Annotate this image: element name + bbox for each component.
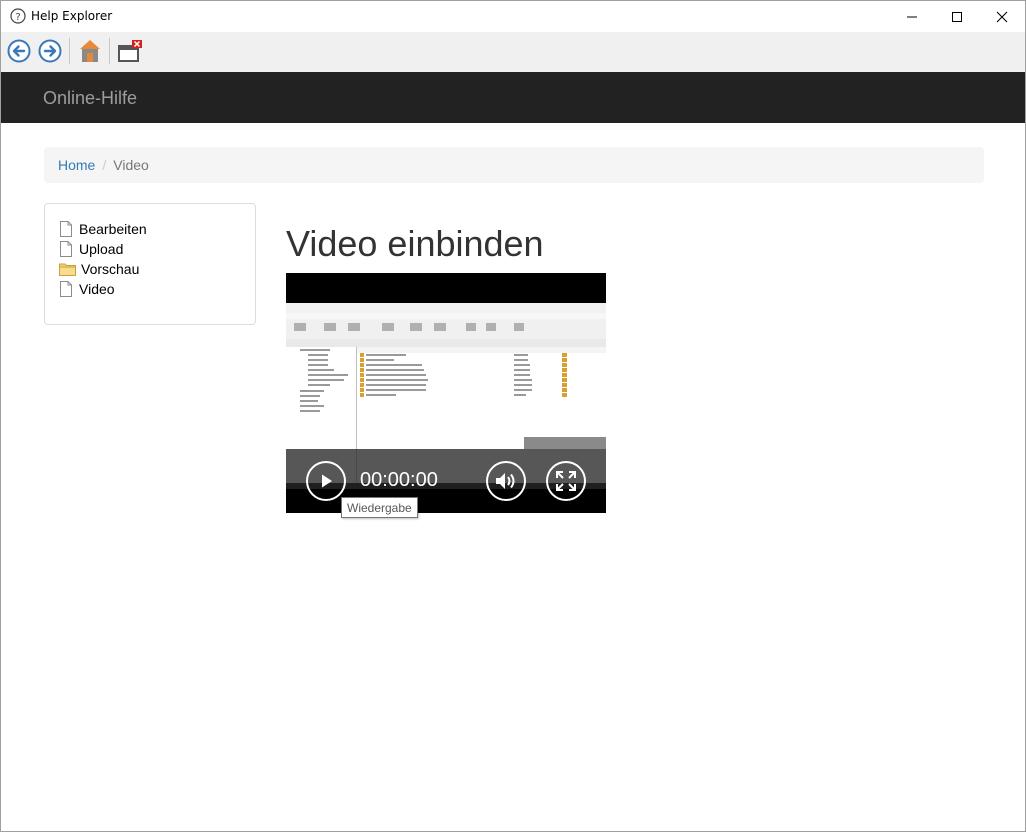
sidebar-item-upload[interactable]: Upload	[59, 239, 241, 259]
sidebar-item-vorschau[interactable]: Vorschau	[59, 259, 241, 279]
sidebar-item-label: Upload	[79, 241, 124, 257]
back-button[interactable]	[5, 37, 33, 65]
fullscreen-button[interactable]	[546, 461, 586, 501]
page-title: Video einbinden	[286, 223, 544, 264]
sidebar-item-label: Bearbeiten	[79, 221, 147, 237]
volume-icon	[496, 473, 515, 489]
sidebar-tree: Bearbeiten Upload Vorschau Video	[44, 203, 256, 325]
close-window-button[interactable]	[116, 37, 144, 65]
video-time: 00:00:00	[360, 469, 438, 491]
help-icon: ?	[10, 8, 26, 24]
close-icon	[996, 11, 1008, 22]
document-icon	[59, 221, 79, 237]
breadcrumb-current: Video	[113, 157, 149, 173]
breadcrumb-separator: /	[102, 157, 107, 173]
minimize-button[interactable]	[889, 1, 935, 32]
video-player[interactable]: 00:00:00	[286, 273, 606, 513]
sidebar-item-label: Video	[79, 281, 115, 297]
sidebar-item-label: Vorschau	[81, 261, 140, 277]
window-title: Help Explorer	[31, 9, 113, 23]
forward-button[interactable]	[36, 37, 64, 65]
document-icon	[59, 281, 79, 297]
back-arrow-icon	[7, 39, 31, 63]
toolbar	[1, 32, 1025, 72]
toolbar-separator	[109, 38, 110, 64]
breadcrumb-home-link[interactable]: Home	[58, 157, 95, 173]
sidebar-item-video[interactable]: Video	[59, 279, 241, 299]
play-tooltip: Wiedergabe	[341, 497, 418, 518]
maximize-button[interactable]	[934, 1, 980, 32]
sidebar-item-bearbeiten[interactable]: Bearbeiten	[59, 219, 241, 239]
navbar-brand[interactable]: Online-Hilfe	[43, 88, 137, 109]
volume-button[interactable]	[486, 461, 526, 501]
close-button[interactable]	[979, 1, 1025, 32]
forward-arrow-icon	[38, 39, 62, 63]
maximize-icon	[952, 11, 962, 22]
toolbar-separator	[69, 38, 70, 64]
title-bar: ? Help Explorer	[1, 1, 1025, 32]
navbar: Online-Hilfe	[1, 72, 1025, 123]
breadcrumb: Home / Video	[44, 147, 984, 183]
close-window-icon	[118, 40, 142, 62]
help-explorer-window: ? Help Explorer Online-Hilfe Home / Vide…	[0, 0, 1026, 832]
folder-icon	[59, 261, 81, 277]
play-button[interactable]	[306, 461, 346, 501]
svg-text:?: ?	[15, 12, 20, 23]
home-icon	[80, 40, 100, 62]
minimize-icon	[907, 16, 917, 17]
fullscreen-icon	[556, 471, 576, 491]
document-icon	[59, 241, 79, 257]
play-icon	[322, 474, 332, 488]
home-button[interactable]	[76, 37, 104, 65]
